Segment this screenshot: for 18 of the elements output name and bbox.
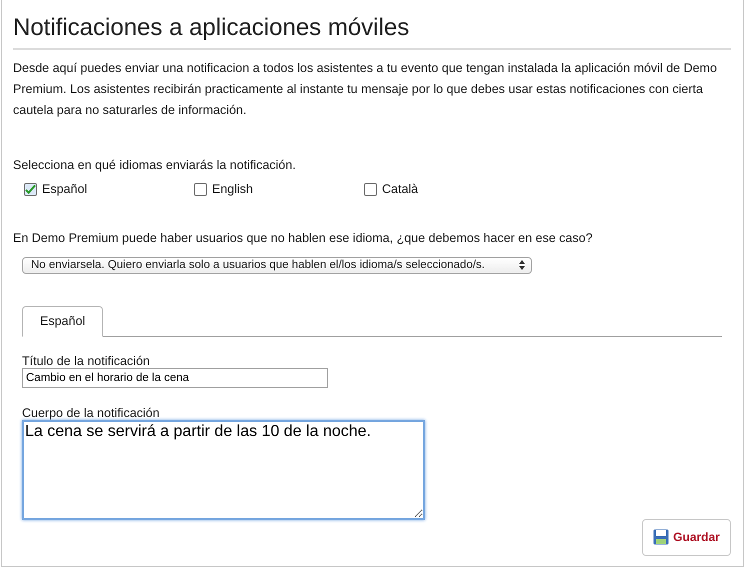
title-input-field[interactable]: Cambio en el horario de la cena <box>22 368 328 388</box>
language-checkbox[interactable]: English <box>194 182 364 196</box>
checkbox[interactable] <box>194 182 207 196</box>
checkbox[interactable] <box>364 182 377 196</box>
language-checkbox[interactable]: Català <box>364 182 534 196</box>
language-tab[interactable]: Español <box>22 306 104 337</box>
fallback-label: En Demo Premium puede haber usuarios que no hablen ese idioma, ¿que debemos hacer en ese caso? <box>13 231 594 245</box>
title-field-label: Título de la notificación <box>22 354 151 368</box>
page-title: Notificaciones a aplicaciones móviles <box>13 14 731 50</box>
fallback-select[interactable]: No enviarsela. Quiero enviarla solo a usuarios que hablen el/los idioma/s seleccionado/s. <box>22 257 532 274</box>
intro-text: Desde aquí puedes enviar una notificacion a todos los asistentes a tu evento que tengan instalada la aplicación móvil de Demo Premium. Los asistentes recibirán practicamente al instante tu mensaje por lo que debes usar estas notificaciones con cierta cautela para no saturarles de información. <box>13 60 718 119</box>
body-field-label: Cuerpo de la notificación <box>22 406 161 420</box>
save-button[interactable]: Guardar <box>642 518 731 556</box>
checkbox[interactable] <box>24 182 37 196</box>
select-arrows-icon <box>519 260 525 270</box>
languages-label: Selecciona en qué idiomas enviarás la notificación. <box>13 158 297 172</box>
language-checkbox[interactable]: Español <box>24 182 194 196</box>
body-input-field[interactable]: La cena se servirá a partir de las 10 de la noche. <box>22 420 425 520</box>
